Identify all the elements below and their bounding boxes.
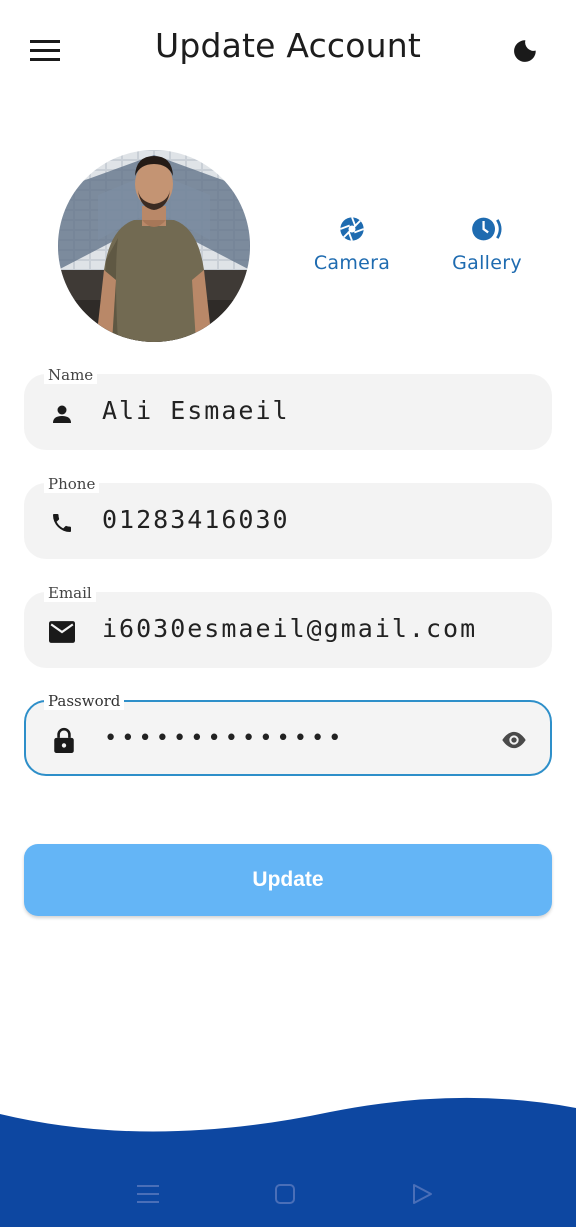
update-account-screen: Update Account Camera Gallery Name Ali E… [0,0,576,1227]
lock-icon [54,727,74,753]
email-field-label: Email [44,584,96,602]
phone-input[interactable]: 01283416030 [102,505,290,534]
moon-icon [514,40,536,62]
menu-nav-icon [137,1185,159,1203]
password-field-label: Password [44,692,125,710]
user-photo [58,150,250,342]
eye-icon [502,731,526,749]
camera-button[interactable]: Camera [302,212,402,274]
system-menu-button[interactable] [132,1178,164,1210]
phone-field[interactable]: 01283416030 [24,483,552,559]
home-nav-icon [275,1184,295,1204]
email-input[interactable]: i6030esmaeil@gmail.com [102,614,477,643]
avatar[interactable] [58,150,250,342]
password-visibility-toggle[interactable] [500,726,528,759]
theme-toggle-button[interactable] [502,28,548,74]
camera-shutter-icon [340,217,364,241]
back-nav-icon [413,1184,432,1204]
person-icon [53,405,71,423]
name-field[interactable]: Ali Esmaeil [24,374,552,450]
camera-label: Camera [313,252,391,274]
name-input[interactable]: Ali Esmaeil [102,396,290,425]
password-input[interactable]: •••••••••••••• [104,726,345,751]
system-nav-bar [0,1160,576,1224]
name-field-label: Name [44,366,98,384]
password-field[interactable]: •••••••••••••• [24,700,552,776]
gallery-icon [472,217,502,241]
email-field[interactable]: i6030esmaeil@gmail.com [24,592,552,668]
app-bar: Update Account [0,0,576,96]
update-button[interactable]: Update [24,844,552,916]
gallery-button[interactable]: Gallery [437,212,537,274]
gallery-label: Gallery [452,252,522,274]
phone-field-label: Phone [44,475,100,493]
mail-icon [49,621,75,643]
page-title: Update Account [154,26,422,65]
system-home-button[interactable] [269,1178,301,1210]
phone-icon [53,514,71,532]
system-back-button[interactable] [406,1178,438,1210]
